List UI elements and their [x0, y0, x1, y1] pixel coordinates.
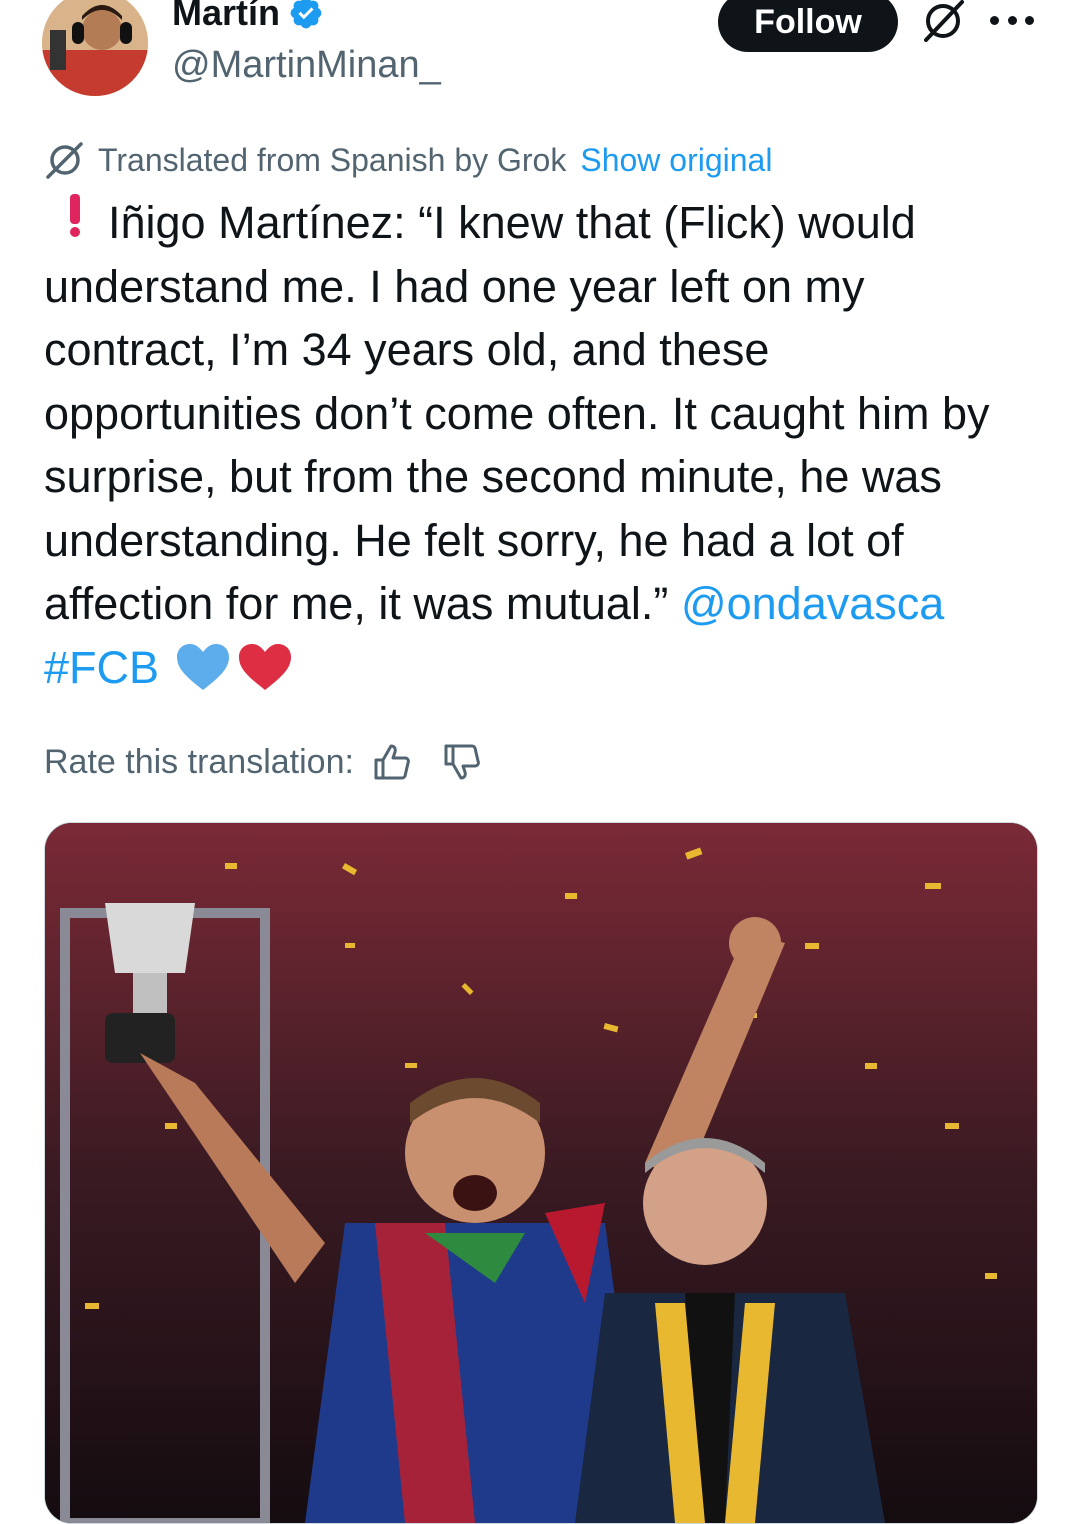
grok-icon	[46, 142, 83, 179]
more-options-icon[interactable]	[990, 0, 1034, 40]
tweet-line-3: contract, I’m 34 years old, and these	[44, 324, 770, 375]
tweet-line-1: Iñigo Martínez: “I knew that (Flick) wou…	[108, 197, 916, 248]
author-name-row[interactable]: Martín	[172, 0, 324, 38]
celebration-photo	[45, 823, 1037, 1523]
verified-badge-icon	[290, 0, 322, 29]
tweet-line-6: understanding. He felt sorry, he had a l…	[44, 514, 904, 566]
red-heart-emoji	[239, 644, 292, 691]
tweet-text: Iñigo Martínez: “I knew that (Flick) wou…	[44, 191, 1044, 699]
tweet-line-4: opportunities don’t come often. It caugh…	[44, 387, 990, 439]
translation-notice-text: Translated from Spanish by Grok	[98, 141, 567, 178]
tweet-line-5: surprise, but from the second minute, he…	[44, 451, 942, 502]
tweet-media-image[interactable]	[44, 822, 1038, 1524]
hashtag-link[interactable]: #FCB	[44, 636, 159, 700]
show-original-link[interactable]: Show original	[580, 142, 772, 179]
thumbs-down-icon[interactable]	[442, 742, 482, 782]
follow-button[interactable]: Follow	[718, 0, 898, 52]
author-display-name[interactable]: Martín	[172, 0, 280, 34]
tweet-line-7: affection for me, it was mutual.”	[44, 578, 669, 629]
rate-translation-label: Rate this translation:	[44, 742, 354, 781]
red-exclamation-emoji	[56, 191, 94, 255]
avatar[interactable]	[42, 0, 148, 96]
thumbs-up-icon[interactable]	[372, 742, 412, 782]
rate-translation-row: Rate this translation:	[44, 738, 482, 786]
grok-icon[interactable]	[918, 0, 968, 42]
tweet-line-2: understand me. I had one year left on my	[44, 260, 865, 312]
author-handle[interactable]: @MartinMinan_	[172, 44, 441, 87]
blue-heart-emoji	[177, 644, 230, 691]
translation-notice: Translated from Spanish by Grok Show ori…	[44, 138, 772, 182]
mention-link[interactable]: @ondavasca	[681, 578, 944, 629]
